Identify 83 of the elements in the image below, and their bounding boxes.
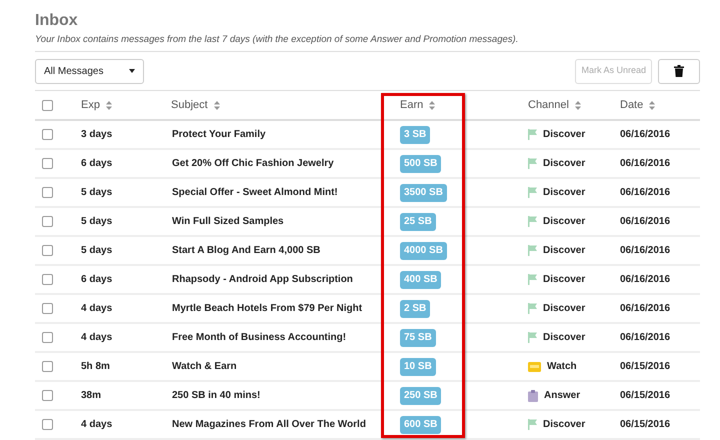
checkbox[interactable]: [42, 361, 53, 372]
subject-link[interactable]: Myrtle Beach Hotels From $79 Per Night: [172, 303, 362, 314]
expiry-text: 38m: [81, 390, 102, 401]
sort-icon: [649, 100, 656, 110]
channel-label: Discover: [543, 273, 586, 287]
channel-label: Discover: [543, 157, 586, 171]
trash-icon: [674, 65, 684, 77]
expiry-text: 4 days: [81, 419, 112, 430]
date-text: 06/15/2016: [620, 390, 670, 401]
sort-icon: [429, 100, 436, 110]
date-text: 06/15/2016: [620, 419, 670, 430]
subject-link[interactable]: Protect Your Family: [172, 129, 266, 140]
column-header[interactable]: Exp: [81, 96, 100, 114]
checkbox[interactable]: [42, 158, 53, 169]
inbox-description: Your Inbox contains messages from the last 7 days (with the exception of some Answer and Promotion messages).: [35, 34, 520, 46]
sort-icon: [574, 100, 581, 110]
subject-link[interactable]: Special Offer - Sweet Almond Mint!: [172, 187, 338, 198]
channel-label: Discover: [543, 186, 586, 200]
checkbox[interactable]: [42, 216, 53, 227]
date-text: 06/16/2016: [620, 187, 670, 198]
date-text: 06/16/2016: [620, 129, 670, 140]
subject-link[interactable]: Watch & Earn: [172, 361, 237, 372]
checkbox[interactable]: [42, 332, 53, 343]
message-filter-dropdown[interactable]: All Messages: [35, 58, 144, 84]
channel-label: Answer: [544, 389, 580, 403]
checkbox[interactable]: [42, 100, 53, 110]
subject-link[interactable]: 250 SB in 40 mins!: [172, 390, 260, 401]
sort-icon: [214, 100, 220, 110]
date-text: 06/16/2016: [620, 158, 670, 169]
earn-badge: 75 SB: [400, 328, 436, 346]
caret-icon: [129, 69, 135, 73]
delete-button[interactable]: [658, 58, 700, 84]
checkbox[interactable]: [42, 303, 53, 314]
earn-badge: 600 SB: [400, 416, 442, 434]
earn-badge: 3 SB: [400, 126, 430, 144]
date-text: 06/16/2016: [620, 332, 670, 343]
subject-link[interactable]: Win Full Sized Samples: [172, 216, 284, 227]
expiry-text: 5 days: [81, 187, 112, 198]
earn-badge: 3500 SB: [400, 184, 447, 202]
date-text: 06/16/2016: [620, 216, 670, 227]
earn-badge: 500 SB: [400, 154, 442, 172]
earn-badge: 250 SB: [400, 386, 442, 404]
channel-label: Discover: [543, 128, 586, 142]
channel-label: Discover: [543, 244, 586, 258]
channel-label: Discover: [543, 418, 586, 432]
date-text: 06/16/2016: [620, 303, 670, 314]
subject-link[interactable]: New Magazines From All Over The World: [172, 419, 366, 430]
date-text: 06/15/2016: [620, 361, 670, 372]
checkbox[interactable]: [42, 419, 53, 430]
earn-badge: 4000 SB: [400, 242, 447, 260]
column-header[interactable]: Subject: [171, 96, 208, 114]
subject-link[interactable]: Rhapsody - Android App Subscription: [172, 274, 353, 285]
expiry-text: 3 days: [81, 129, 112, 140]
expiry-text: 6 days: [81, 274, 112, 285]
expiry-text: 5h 8m: [81, 361, 110, 372]
earn-badge: 400 SB: [400, 270, 442, 288]
channel-label: Watch: [547, 360, 577, 374]
expiry-text: 6 days: [81, 158, 112, 169]
column-header[interactable]: Channel: [528, 96, 569, 114]
channel-label: Discover: [543, 302, 586, 316]
checkbox[interactable]: [42, 129, 53, 140]
subject-link[interactable]: Start A Blog And Earn 4,000 SB: [172, 245, 320, 256]
channel-label: Discover: [543, 331, 586, 345]
earn-badge: 25 SB: [400, 212, 436, 230]
checkbox[interactable]: [42, 274, 53, 285]
page-title: Inbox: [35, 11, 79, 31]
subject-link[interactable]: Get 20% Off Chic Fashion Jewelry: [172, 158, 334, 169]
channel-label: Discover: [543, 215, 586, 229]
sort-icon: [106, 100, 112, 110]
checkbox[interactable]: [42, 245, 53, 256]
column-header[interactable]: Earn: [400, 96, 424, 114]
expiry-text: 5 days: [81, 216, 112, 227]
expiry-text: 4 days: [81, 332, 112, 343]
subject-link[interactable]: Free Month of Business Accounting!: [172, 332, 346, 343]
expiry-text: 5 days: [81, 245, 112, 256]
checkbox[interactable]: [42, 390, 53, 401]
date-text: 06/16/2016: [620, 245, 670, 256]
checkbox[interactable]: [42, 187, 53, 198]
earn-badge: 2 SB: [400, 300, 430, 318]
earn-badge: 10 SB: [400, 358, 436, 376]
expiry-text: 4 days: [81, 303, 112, 314]
date-text: 06/16/2016: [620, 274, 670, 285]
column-header[interactable]: Date: [620, 96, 644, 114]
